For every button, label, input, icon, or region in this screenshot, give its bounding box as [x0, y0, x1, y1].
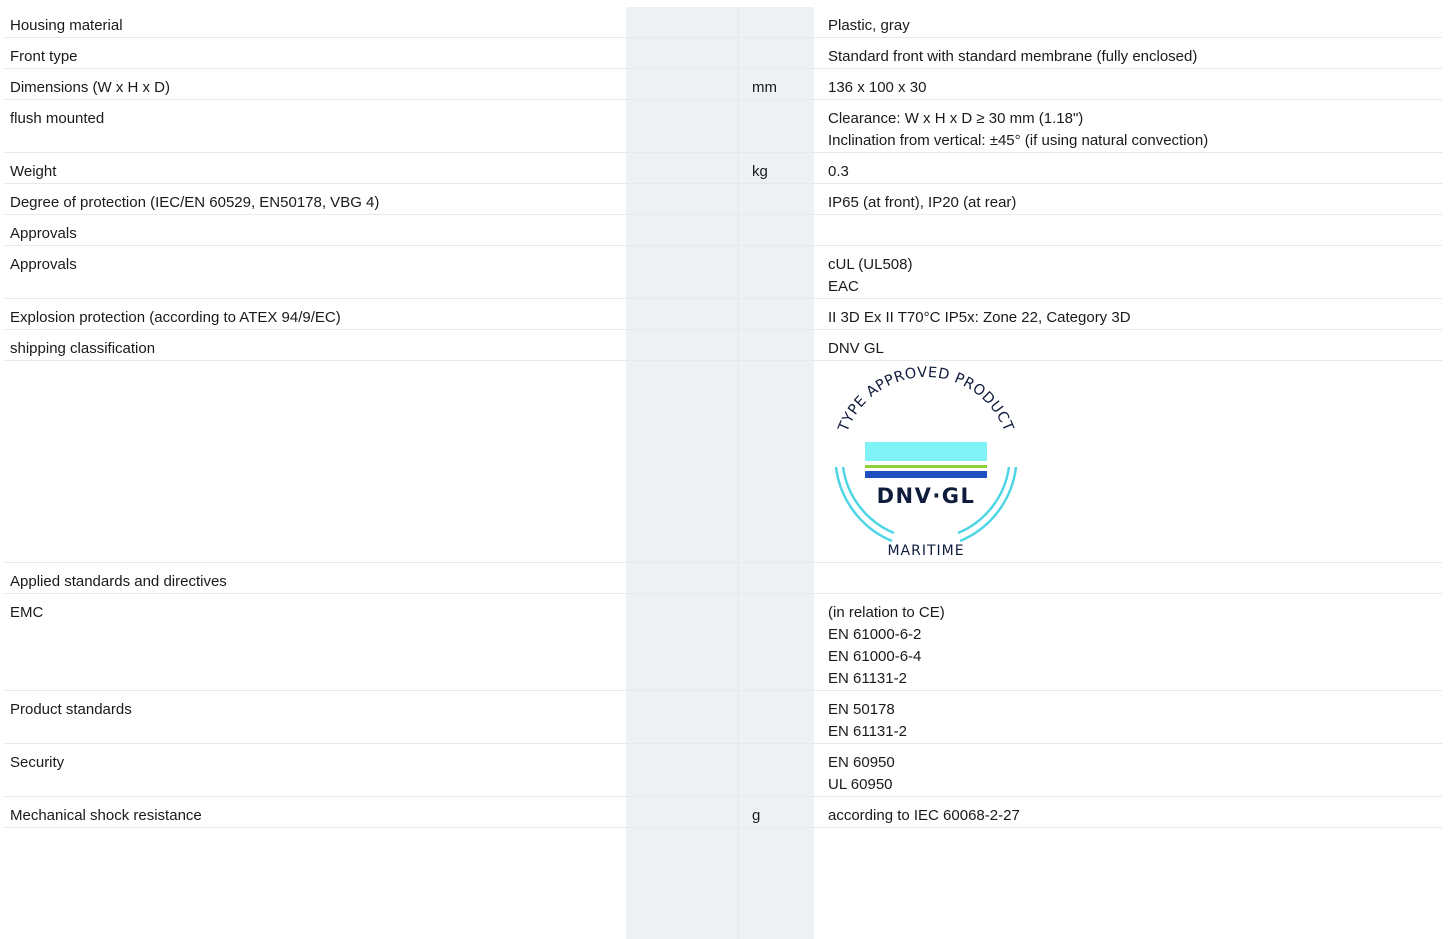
- row-label: flush mounted: [4, 99, 626, 153]
- section-heading: Applied standards and directives: [4, 562, 626, 594]
- row-value: Inclination from vertical: ±45° (if usin…: [828, 132, 1209, 149]
- table-row: Housing material Plastic, gray: [4, 7, 1442, 38]
- spec-table: Housing material Plastic, gray Front typ…: [4, 7, 1442, 828]
- row-unit: [746, 329, 822, 361]
- row-value: Clearance: W x H x D ≥ 30 mm (1.18"): [828, 110, 1084, 127]
- row-value: 0.3: [828, 163, 849, 180]
- row-value: EN 61000-6-2: [828, 626, 922, 643]
- row-unit: [746, 7, 822, 38]
- row-label: EMC: [4, 593, 626, 691]
- row-value: UL 60950: [828, 776, 893, 793]
- row-label: Housing material: [4, 7, 626, 38]
- row-value: EN 50178: [828, 701, 895, 718]
- section-heading: Approvals: [4, 214, 626, 246]
- table-row: Dimensions (W x H x D) mm 136 x 100 x 30: [4, 68, 1442, 100]
- row-value: IP65 (at front), IP20 (at rear): [828, 194, 1017, 211]
- row-value: (in relation to CE): [828, 604, 945, 621]
- table-row: Approvals: [4, 214, 1442, 246]
- row-unit: mm: [746, 68, 822, 100]
- logo-bottom-text: MARITIME: [887, 543, 964, 559]
- row-value: 136 x 100 x 30: [828, 79, 927, 96]
- row-label: Product standards: [4, 690, 626, 744]
- row-value: EN 61131-2: [828, 723, 907, 740]
- row-unit: [746, 562, 822, 594]
- table-row: shipping classification DNV GL: [4, 329, 1442, 361]
- table-row: Applied standards and directives: [4, 562, 1442, 594]
- row-value: II 3D Ex II T70°C IP5x: Zone 22, Categor…: [828, 309, 1131, 326]
- table-row: Weight kg 0.3: [4, 152, 1442, 184]
- row-label: Weight: [4, 152, 626, 184]
- row-value: EAC: [828, 278, 859, 295]
- table-row: Front type Standard front with standard …: [4, 37, 1442, 69]
- table-row: Approvals cUL (UL508) EAC: [4, 245, 1442, 299]
- logo-cyan-bar: [865, 442, 987, 461]
- row-unit: [746, 99, 822, 153]
- row-unit: [746, 214, 822, 246]
- row-unit: [746, 298, 822, 330]
- table-row: EMC (in relation to CE) EN 61000-6-2 EN …: [4, 593, 1442, 691]
- row-unit: [746, 593, 822, 691]
- logo-green-bar: [865, 465, 987, 468]
- logo-brand-text: DNV·GL: [877, 484, 976, 508]
- row-value: cUL (UL508): [828, 256, 913, 273]
- table-row: Mechanical shock resistance g according …: [4, 796, 1442, 828]
- dnv-gl-type-approved-logo: TYPE APPROVED PRODUCT DNV·GL MARITIME: [834, 365, 1018, 559]
- table-row: Degree of protection (IEC/EN 60529, EN50…: [4, 183, 1442, 215]
- row-label: Mechanical shock resistance: [4, 796, 626, 828]
- table-row: TYPE APPROVED PRODUCT DNV·GL MARITIME: [4, 360, 1442, 563]
- row-value: EN 60950: [828, 754, 895, 771]
- row-unit: [746, 743, 822, 797]
- row-label: shipping classification: [4, 329, 626, 361]
- row-value: EN 61131-2: [828, 670, 907, 687]
- row-value: EN 61000-6-4: [828, 648, 922, 665]
- row-unit: [746, 183, 822, 215]
- row-label: Approvals: [4, 245, 626, 299]
- row-label: Explosion protection (according to ATEX …: [4, 298, 626, 330]
- row-label: Dimensions (W x H x D): [4, 68, 626, 100]
- row-value: DNV GL: [828, 340, 884, 357]
- row-unit: [746, 690, 822, 744]
- table-row: flush mounted Clearance: W x H x D ≥ 30 …: [4, 99, 1442, 153]
- row-unit: [746, 37, 822, 69]
- logo-arc-text: TYPE APPROVED PRODUCT: [835, 365, 1016, 435]
- row-unit: [746, 245, 822, 299]
- row-value: according to IEC 60068-2-27: [828, 807, 1020, 824]
- table-row: Security EN 60950 UL 60950: [4, 743, 1442, 797]
- row-label: Degree of protection (IEC/EN 60529, EN50…: [4, 183, 626, 215]
- row-unit: g: [746, 796, 822, 828]
- table-row: Product standards EN 50178 EN 61131-2: [4, 690, 1442, 744]
- row-value: Plastic, gray: [828, 17, 910, 34]
- row-label: Front type: [4, 37, 626, 69]
- logo-blue-bar: [865, 471, 987, 478]
- row-label: Security: [4, 743, 626, 797]
- row-unit: kg: [746, 152, 822, 184]
- table-row: Explosion protection (according to ATEX …: [4, 298, 1442, 330]
- row-value: Standard front with standard membrane (f…: [828, 48, 1198, 65]
